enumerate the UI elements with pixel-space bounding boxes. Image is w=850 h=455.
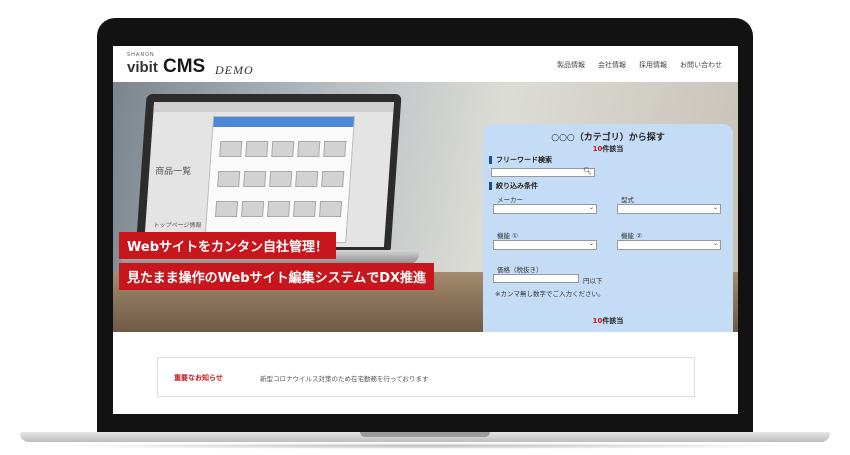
site-header: SHANON vibit CMS DEMO 製品情報 会社情報 採用情報 お問い… [113,46,738,82]
layout-thumb [295,171,319,187]
model-select[interactable]: ⌄ [617,204,721,214]
maker-label: メーカー [497,196,523,204]
layout-thumb [319,201,343,217]
layout-thumb [323,141,347,157]
freeword-input[interactable]: 🔍︎ [491,167,595,177]
hero-section: 商品一覧 トップページ情報 Webサイトをカンタン自社管理！ 見たまま操作のWe… [113,82,738,332]
hero-laptop-modal-header [213,117,355,127]
notice-label: 重要なお知らせ [174,374,223,382]
function1-select[interactable]: ⌄ [493,240,597,250]
website-screen: SHANON vibit CMS DEMO 製品情報 会社情報 採用情報 お問い… [113,46,738,414]
notice-link[interactable]: 新型コロナウイルス対策のため在宅勤務を行っております [260,373,428,383]
chevron-down-icon: ⌄ [712,240,718,247]
hero-banner-primary: Webサイトをカンタン自社管理！ [119,232,336,259]
nav-recruit[interactable]: 採用情報 [639,60,667,70]
maker-select[interactable]: ⌄ [493,204,597,214]
filter-section-label: 絞り込み条件 [489,182,538,190]
nav-products[interactable]: 製品情報 [557,60,585,70]
layout-thumb [297,141,321,157]
logo-demo: DEMO [215,63,254,77]
layout-thumb [321,171,345,187]
nav-company[interactable]: 会社情報 [598,60,626,70]
layout-thumb [241,201,265,217]
price-input[interactable] [493,274,579,283]
layout-thumb [269,171,293,187]
chevron-down-icon: ⌄ [588,204,594,211]
layout-thumb [293,201,317,217]
hero-laptop-heading: 商品一覧 [154,167,192,177]
price-unit: 円以下 [583,277,603,285]
freeword-section-label: フリーワード検索 [489,156,552,164]
logo-vibit: vibit [127,59,158,76]
result-count-top: 10件該当 [592,145,624,153]
search-title: ○○○（カテゴリ）から探す [551,133,665,143]
model-label: 型式 [621,196,634,204]
global-nav: 製品情報 会社情報 採用情報 お問い合わせ [557,60,722,70]
price-note: ※カンマ無し数字でご入力ください。 [495,290,605,298]
chevron-down-icon: ⌄ [588,240,594,247]
hero-laptop-screen: 商品一覧 トップページ情報 [143,102,395,247]
function2-select[interactable]: ⌄ [617,240,721,250]
price-label: 価格（税抜き） [497,266,543,274]
logo-shanon: SHANON [127,52,155,58]
hero-laptop-toolbar [153,102,395,112]
laptop-shadow [40,443,810,449]
hero-banner-secondary: 見たまま操作のWebサイト編集システムでDX推進 [119,263,435,290]
layout-thumb [245,141,269,157]
important-notice: 重要なお知らせ 新型コロナウイルス対策のため在宅勤務を行っております [157,357,695,397]
layout-thumb [219,141,243,157]
chevron-down-icon: ⌄ [712,204,718,211]
layout-thumb [243,171,267,187]
search-panel: ○○○（カテゴリ）から探す 10件該当 フリーワード検索 🔍︎ 絞り込み条件 メ… [483,124,733,332]
hero-laptop-modal [204,116,356,243]
nav-contact[interactable]: お問い合わせ [680,60,722,70]
site-logo[interactable]: SHANON vibit CMS DEMO [127,52,277,78]
laptop-notch [360,432,490,437]
function1-label: 機能 ① [497,232,518,240]
search-icon[interactable]: 🔍︎ [583,167,592,175]
layout-thumb [217,171,241,187]
logo-cms: CMS [163,56,206,77]
layout-thumb [271,141,295,157]
layout-thumb [267,201,291,217]
layout-thumb [215,201,239,217]
hero-laptop-subheading: トップページ情報 [153,222,202,229]
function2-label: 機能 ② [621,232,642,240]
result-count-bottom: 10件該当 [592,317,624,325]
